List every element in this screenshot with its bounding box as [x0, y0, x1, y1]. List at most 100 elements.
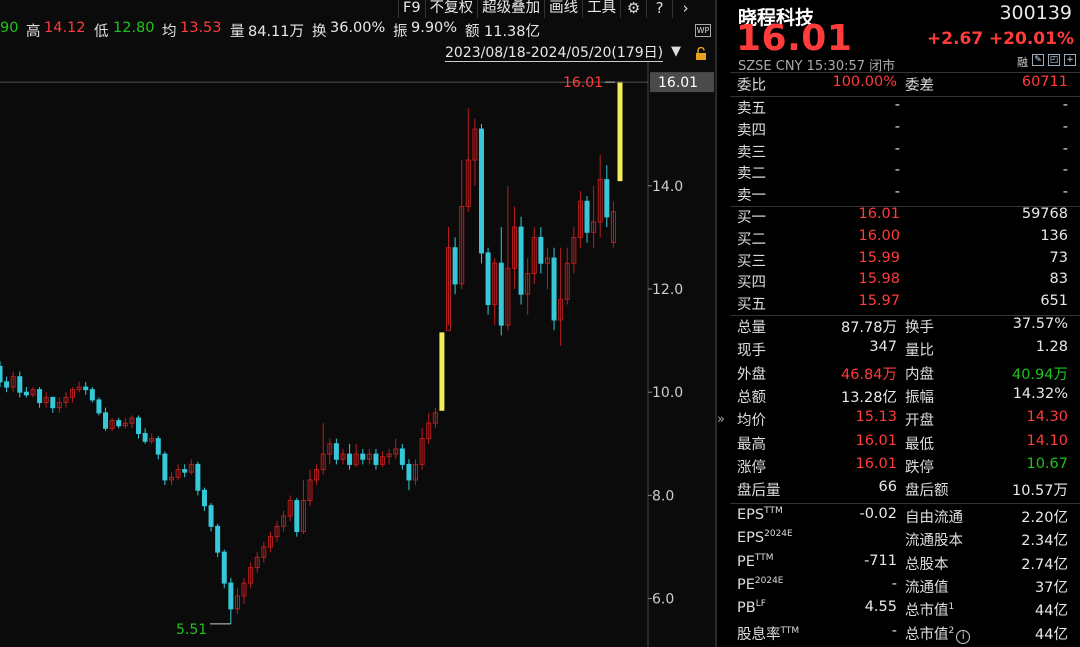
- fundamental-row: PE2024E - 流通值 37亿: [730, 576, 1080, 598]
- candle-body: [228, 582, 234, 610]
- wp-badge[interactable]: WP: [695, 24, 711, 37]
- menu-f9[interactable]: F9: [398, 0, 425, 18]
- bid-level-price: 15.98: [858, 271, 900, 288]
- fundamental-label-text: EPS: [737, 530, 765, 547]
- fundamental-label: 流通股本: [905, 529, 963, 550]
- bid-level-row[interactable]: 买四 15.98 83: [730, 271, 1080, 293]
- candle-body: [182, 469, 188, 473]
- expand-panel-icon[interactable]: »: [717, 412, 725, 427]
- y-tick-label: 8.0: [652, 488, 674, 504]
- stat-value: 14.30: [1026, 409, 1068, 426]
- fundamental-label-text: PB: [737, 600, 756, 617]
- candle-body: [89, 389, 95, 401]
- fundamental-value: 4.55: [864, 599, 897, 616]
- fundamental-value: 2.20亿: [1021, 510, 1068, 526]
- price-change: +2.67: [927, 29, 984, 49]
- margin-badge[interactable]: 融: [1017, 54, 1028, 70]
- ask-level-price: -: [894, 97, 900, 113]
- info-icon: i: [956, 629, 971, 644]
- ask-level-label: 卖四: [737, 122, 766, 139]
- plus-icon[interactable]: +: [1064, 54, 1076, 66]
- help-icon[interactable]: ?: [646, 0, 672, 18]
- fundamental-row: PBLF 4.55 总市值1 44亿: [730, 599, 1080, 621]
- menu-super-overlay[interactable]: 超级叠加: [477, 0, 544, 18]
- unlock-icon[interactable]: [694, 47, 708, 61]
- candle-body: [50, 396, 56, 409]
- fundamental-label: 股息率TTM: [737, 623, 799, 644]
- bid-level-volume: 59768: [1021, 206, 1068, 222]
- fundamental-value: 2.34亿: [1021, 533, 1068, 550]
- stat-value: 14.10: [1026, 432, 1068, 449]
- stat-value: 87.78万: [840, 320, 897, 336]
- fundamental-label-sup: 2: [948, 625, 955, 636]
- ask-level-price: -: [894, 184, 900, 201]
- ask-level-volume: -: [1062, 97, 1068, 113]
- avg-value: 13.53: [180, 20, 222, 36]
- bid-level-price: 15.97: [858, 293, 900, 310]
- kline-chart-area[interactable]: 14.0 12.0 10.0 8.0 6.0 16.01 16.01 5.51 90 高 14…: [0, 0, 716, 647]
- stat-label: 均价: [737, 413, 766, 430]
- y-tick-label: 14.0: [652, 179, 683, 195]
- quote-panel: 晓程科技 300139 16.01 +2.67 +20.01% SZSE CNY…: [730, 0, 1080, 647]
- last-price: 16.01: [736, 18, 853, 59]
- quote-summary-bar: 90 高 14.12 低 12.80 均 13.53 量 84.11万 换 36…: [0, 0, 716, 40]
- ask-level-row[interactable]: 卖四 - -: [730, 119, 1080, 141]
- candle-body: [96, 399, 102, 414]
- ask-level-row[interactable]: 卖一 - -: [730, 184, 1080, 206]
- stat-value: 40.94万: [1011, 366, 1068, 383]
- triangle-down-icon[interactable]: ▼: [671, 44, 681, 59]
- ask-level-volume: -: [1062, 140, 1068, 157]
- turnover-value: 36.00%: [330, 20, 386, 36]
- date-range-selector[interactable]: 2023/08/18-2024/05/20(179日): [445, 45, 664, 62]
- stat-value: 347: [869, 339, 897, 356]
- gear-icon[interactable]: ⚙: [620, 0, 646, 18]
- bid-level-volume: 651: [1040, 293, 1068, 310]
- diff-label: 委差: [905, 78, 934, 94]
- fundamental-label-text: EPS: [737, 506, 765, 523]
- min-price-label: 5.51: [176, 622, 207, 638]
- menu-no-adjust[interactable]: 不复权: [424, 0, 478, 18]
- candle-body: [23, 391, 29, 396]
- bid-level-volume: 136: [1040, 227, 1068, 244]
- menu-draw-line[interactable]: 画线: [544, 0, 582, 18]
- expand-icon[interactable]: ◰: [1048, 54, 1060, 66]
- bid-level-price: 16.01: [858, 206, 900, 222]
- stat-value: 10.67: [1026, 455, 1068, 472]
- candlestick-chart[interactable]: 14.0 12.0 10.0 8.0 6.0 16.01 16.01 5.51: [0, 0, 716, 647]
- bid-level-price: 15.99: [858, 249, 900, 266]
- chevron-right-icon[interactable]: ›: [672, 0, 698, 18]
- stat-row: 均价 15.13 开盘 14.30: [730, 409, 1080, 431]
- stat-label: 振幅: [905, 389, 934, 406]
- ratio-label: 委比: [737, 78, 766, 94]
- stat-label: 总额: [737, 389, 766, 406]
- fundamental-value: -711: [864, 552, 897, 569]
- fundamental-label: 总股本: [905, 553, 949, 574]
- ask-level-row[interactable]: 卖五 - -: [730, 97, 1080, 119]
- bid-level-label: 买二: [737, 231, 766, 248]
- fundamental-label-text: 股息率: [737, 626, 781, 643]
- ask-level-row[interactable]: 卖二 - -: [730, 162, 1080, 184]
- turnover-label: 换: [312, 24, 327, 40]
- bid-level-row[interactable]: 买二 16.00 136: [730, 228, 1080, 250]
- fundamental-label-text: 总市值: [905, 603, 949, 620]
- bid-level-volume: 73: [1049, 249, 1068, 266]
- candle-body: [0, 365, 3, 383]
- fundamental-row: PETTM -711 总股本 2.74亿: [730, 553, 1080, 575]
- ask-level-row[interactable]: 卖三 - -: [730, 141, 1080, 163]
- bid-level-row[interactable]: 买五 15.97 651: [730, 293, 1080, 315]
- candle-body: [37, 389, 43, 404]
- candle-body: [17, 376, 23, 393]
- bid-level-row[interactable]: 买一 16.01 59768: [730, 206, 1080, 228]
- bid-level-row[interactable]: 买三 15.99 73: [730, 250, 1080, 272]
- menu-tools[interactable]: 工具: [582, 0, 620, 18]
- bid-level-volume: 83: [1049, 271, 1068, 288]
- pencil-icon[interactable]: ✎: [1032, 54, 1044, 66]
- candle-body: [604, 179, 610, 218]
- stat-label: 外盘: [737, 366, 766, 383]
- candle-body: [136, 417, 142, 434]
- stat-row: 涨停 16.01 跌停 10.67: [730, 456, 1080, 478]
- stat-label: 总量: [737, 320, 766, 336]
- bid-level-label: 买五: [737, 297, 766, 314]
- ask-level-label: 卖五: [737, 101, 766, 117]
- ask-level-volume: -: [1062, 162, 1068, 179]
